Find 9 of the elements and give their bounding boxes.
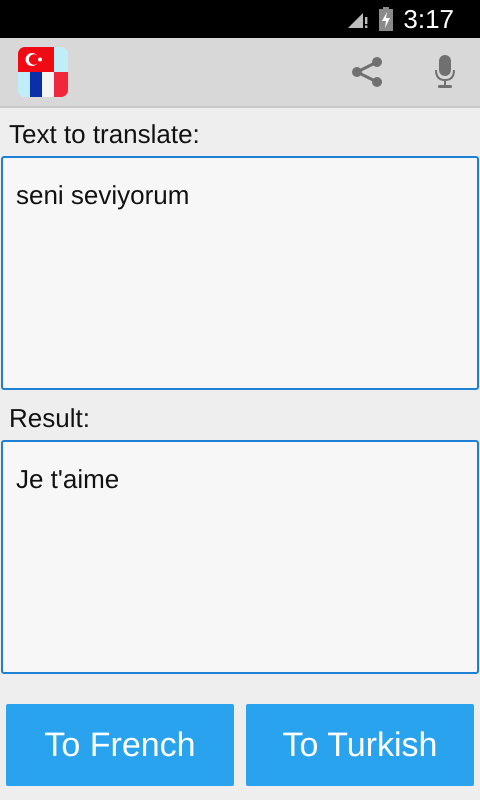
microphone-icon[interactable] — [434, 55, 456, 89]
field-label: Text to translate: — [8, 118, 200, 151]
result-field[interactable]: Je t'aime — [1, 440, 479, 674]
battery-icon — [379, 7, 394, 31]
clock-time: 3:17 — [403, 6, 454, 32]
input-field[interactable]: seni seviyorum — [1, 156, 479, 390]
flag-logo[interactable] — [18, 47, 68, 97]
field-label: Result: — [8, 402, 90, 435]
share-icon[interactable] — [350, 55, 384, 89]
